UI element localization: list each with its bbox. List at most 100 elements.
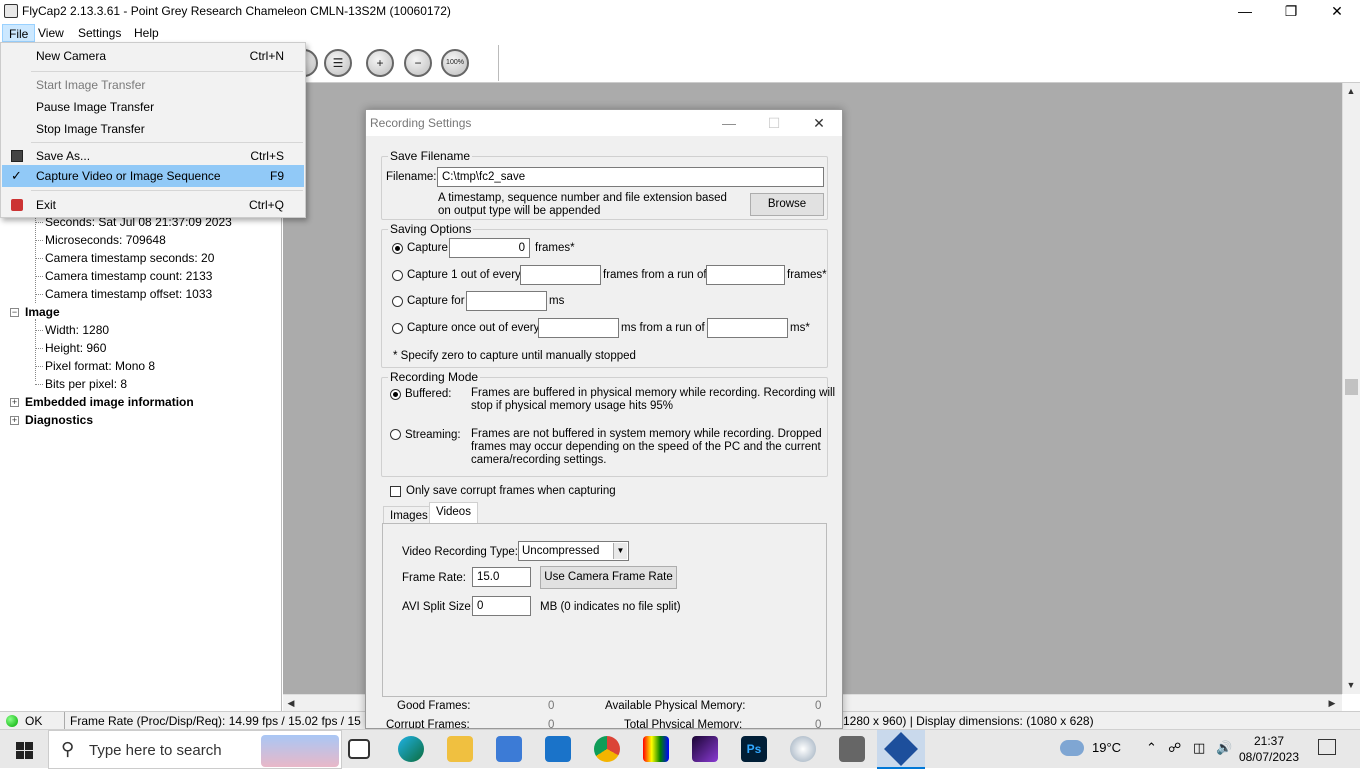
capture-1-of-radio[interactable] [392, 270, 403, 281]
frames-from-run-label: frames from a run of [603, 269, 707, 281]
menu-item-exit[interactable]: Exit Ctrl+Q [2, 194, 304, 216]
maximize-button[interactable]: ❐ [1268, 0, 1314, 22]
file-explorer-icon[interactable] [447, 736, 473, 762]
close-button[interactable]: ✕ [1314, 0, 1360, 22]
browse-button[interactable]: Browse [750, 193, 824, 216]
menu-view[interactable]: View [32, 24, 70, 42]
menu-item-start-transfer: Start Image Transfer [36, 78, 146, 92]
minimize-button[interactable]: — [1222, 0, 1268, 22]
capture-radio[interactable] [392, 243, 403, 254]
menu-help[interactable]: Help [128, 24, 165, 42]
dialog-close-button[interactable]: ✕ [796, 110, 842, 136]
scroll-thumb[interactable] [1345, 379, 1358, 395]
store-icon[interactable] [496, 736, 522, 762]
menu-item-pause-transfer[interactable]: Pause Image Transfer [2, 96, 304, 118]
weather-temp[interactable]: 19°C [1092, 740, 1121, 755]
menu-item-capture[interactable]: ✓ Capture Video or Image Sequence F9 [2, 165, 304, 187]
buffered-description: Frames are buffered in physical memory w… [471, 387, 836, 399]
search-input[interactable]: Type here to search [89, 742, 222, 759]
chevron-up-icon[interactable]: ⌃ [1146, 740, 1157, 756]
app-icon[interactable] [839, 736, 865, 762]
collapse-icon[interactable]: − [10, 308, 19, 318]
status-ok: OK [25, 714, 43, 728]
chevron-down-icon[interactable]: ▼ [613, 543, 627, 559]
search-highlight-image [261, 735, 339, 767]
use-camera-frame-rate-button[interactable]: Use Camera Frame Rate [540, 566, 677, 589]
scroll-left-icon[interactable]: ◀ [283, 695, 299, 711]
capture-once-input[interactable] [538, 318, 619, 338]
flycap-icon [884, 732, 918, 766]
capture-for-input[interactable] [466, 291, 547, 311]
group-label: Recording Mode [388, 370, 481, 384]
task-view-icon[interactable] [348, 739, 370, 759]
capture-label: Capture [407, 242, 448, 254]
zoom-100-button[interactable]: 100% [441, 49, 469, 77]
app-icon[interactable] [643, 736, 669, 762]
menu-item-stop-transfer[interactable]: Stop Image Transfer [2, 118, 304, 140]
zoom-out-button[interactable]: − [404, 49, 432, 77]
tree-node-diagnostics[interactable]: + Diagnostics [10, 413, 93, 427]
network-icon[interactable]: ☍ [1168, 740, 1181, 756]
title-bar: FlyCap2 2.13.3.61 - Point Grey Research … [0, 0, 1360, 22]
tree-node-embedded[interactable]: + Embedded image information [10, 395, 194, 409]
info-toggle-button[interactable]: ☰ [324, 49, 352, 77]
menu-settings[interactable]: Settings [72, 24, 127, 42]
flycap-taskbar-button[interactable] [877, 730, 925, 769]
filename-input[interactable]: C:\tmp\fc2_save [437, 167, 824, 187]
edge-icon[interactable] [398, 736, 424, 762]
capture-for-label: Capture for [407, 295, 465, 307]
start-button[interactable] [0, 730, 48, 769]
recording-mode-group: Recording Mode Buffered: Frames are buff… [381, 370, 835, 477]
corrupt-only-checkbox[interactable] [390, 486, 401, 497]
clock[interactable]: 21:37 08/07/2023 [1234, 733, 1304, 765]
checkmark-icon: ✓ [11, 168, 22, 183]
volume-icon[interactable]: 🔊 [1216, 740, 1232, 756]
expand-icon[interactable]: + [10, 398, 19, 408]
menu-file[interactable]: File [2, 24, 36, 42]
capture-once-run-input[interactable] [707, 318, 788, 338]
scroll-up-icon[interactable]: ▲ [1343, 83, 1359, 99]
notifications-icon[interactable] [1318, 739, 1336, 755]
tree-node-image[interactable]: − Image [10, 305, 60, 319]
capture-once-radio[interactable] [392, 323, 403, 334]
expand-icon[interactable]: + [10, 416, 19, 426]
scroll-down-icon[interactable]: ▼ [1343, 677, 1359, 693]
zoom-in-button[interactable]: + [366, 49, 394, 77]
menu-item-new-camera[interactable]: New Camera Ctrl+N [2, 45, 304, 67]
file-menu: New Camera Ctrl+N Start Image Transfer Pa… [0, 42, 306, 218]
paint-icon[interactable] [790, 736, 816, 762]
display-icon[interactable]: ◫ [1193, 740, 1205, 756]
capture-frames-input[interactable]: 0 [449, 238, 530, 258]
tab-videos[interactable]: Videos [429, 502, 478, 524]
frames-label: frames* [787, 269, 827, 281]
buffered-description: stop if physical memory usage hits 95% [471, 400, 673, 412]
filename-hint: on output type will be appended [438, 205, 601, 217]
app-icon[interactable] [692, 736, 718, 762]
available-memory-label: Available Physical Memory: [605, 700, 746, 712]
recording-settings-dialog: Recording Settings — ☐ ✕ Save Filename F… [365, 109, 843, 729]
capture-run-input[interactable] [706, 265, 785, 285]
filename-hint: A timestamp, sequence number and file ex… [438, 192, 727, 204]
tree-item: Camera timestamp seconds: 20 [34, 251, 215, 265]
capture-every-input[interactable] [520, 265, 601, 285]
menu-item-save-as[interactable]: Save As... Ctrl+S [2, 145, 304, 167]
capture-for-radio[interactable] [392, 296, 403, 307]
status-dimensions: 1280 x 960) | Display dimensions: (1080 … [843, 714, 1094, 728]
saving-note: * Specify zero to capture until manually… [393, 350, 636, 362]
scroll-right-icon[interactable]: ▶ [1324, 695, 1340, 711]
photoshop-icon[interactable]: Ps [741, 736, 767, 762]
vertical-scrollbar[interactable]: ▲ ▼ [1342, 83, 1360, 694]
taskbar-search[interactable]: ⚲ Type here to search [48, 730, 342, 769]
chrome-icon[interactable] [594, 736, 620, 762]
video-type-select[interactable]: Uncompressed ▼ [518, 541, 629, 561]
buffered-radio[interactable] [390, 389, 401, 400]
split-size-input[interactable]: 0 [472, 596, 531, 616]
frame-rate-input[interactable]: 15.0 [472, 567, 531, 587]
total-memory-value: 0 [815, 719, 822, 729]
mail-icon[interactable] [545, 736, 571, 762]
tree-item: Microseconds: 709648 [35, 233, 166, 247]
dialog-minimize-button[interactable]: — [706, 110, 752, 136]
tree-item: Camera timestamp offset: 1033 [34, 287, 213, 301]
streaming-radio[interactable] [390, 429, 401, 440]
clock-time: 21:37 [1253, 734, 1285, 748]
